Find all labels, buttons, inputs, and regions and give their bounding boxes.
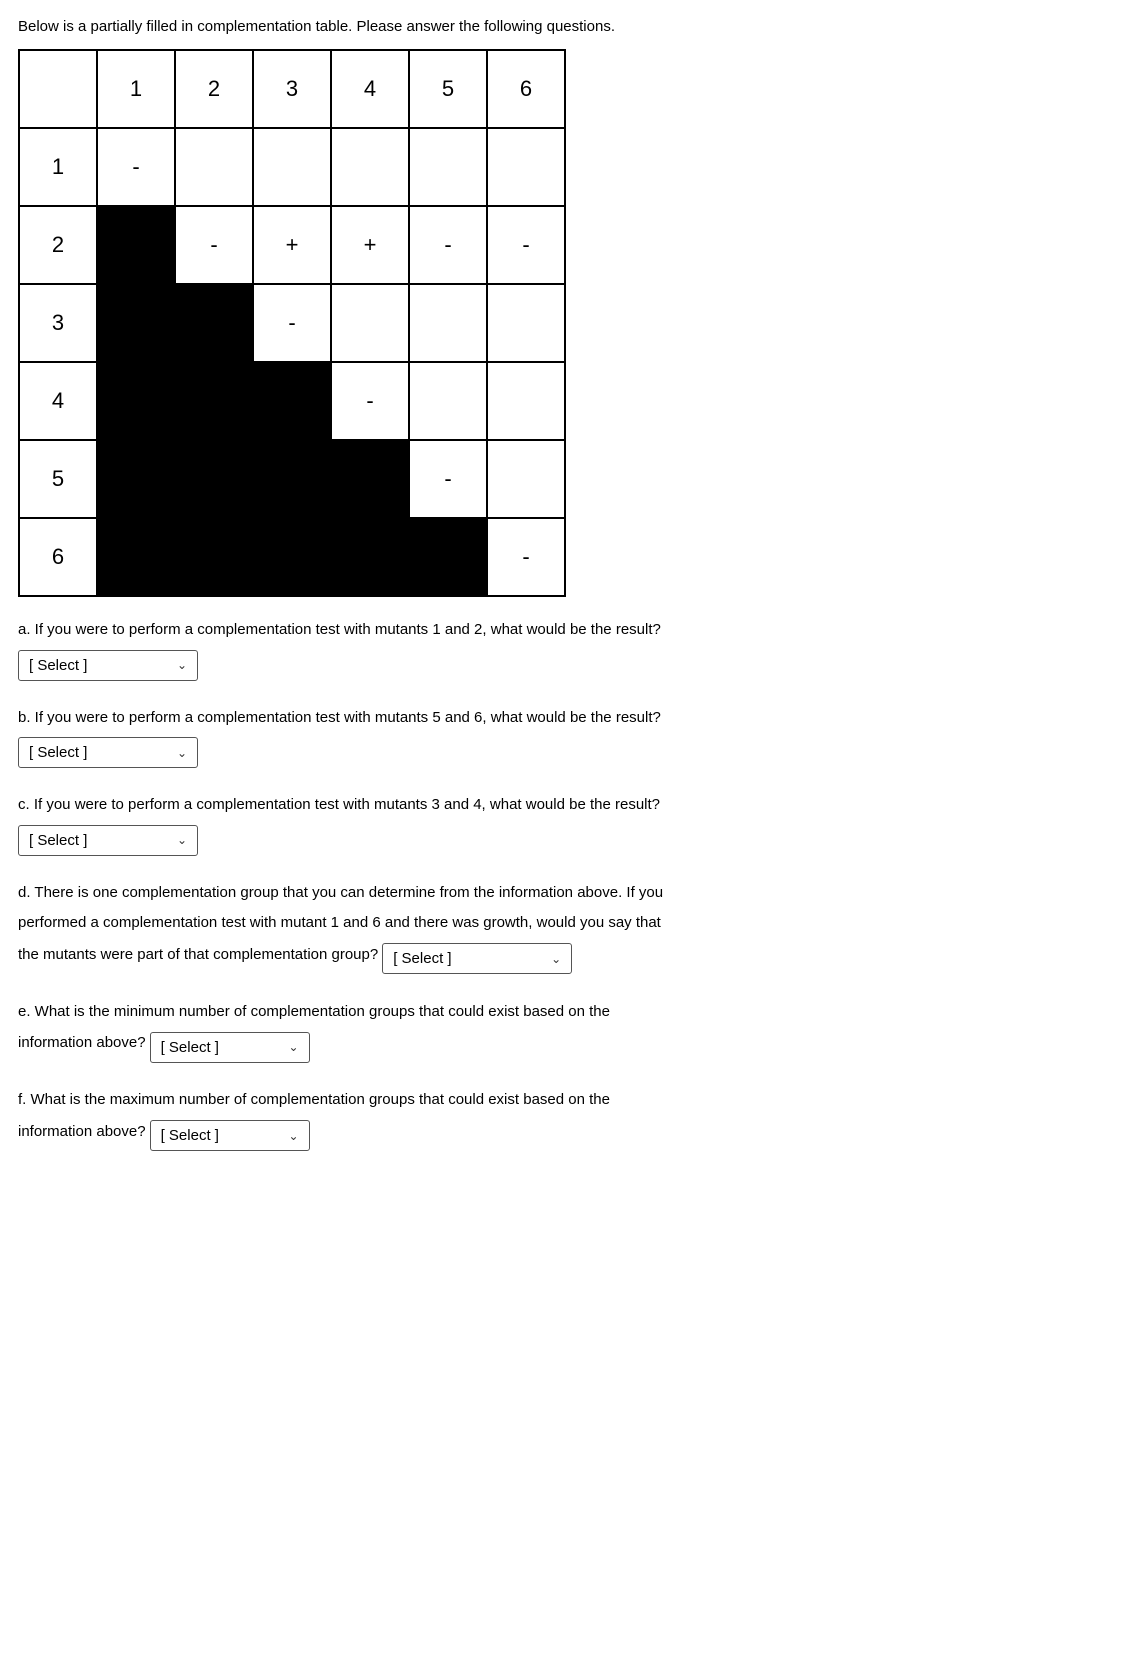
complementation-table: 1 2 3 4 5 6 1 - 2 - + + - - 3 - 4 [18, 49, 566, 597]
cell-1-3 [253, 128, 331, 206]
cell-4-5 [409, 362, 487, 440]
row-header-3: 3 [19, 284, 97, 362]
cell-6-4 [331, 518, 409, 596]
col-header-1: 1 [97, 50, 175, 128]
question-e-select[interactable]: [ Select ] ⌄ [150, 1032, 310, 1063]
cell-2-4: + [331, 206, 409, 284]
col-header-5: 5 [409, 50, 487, 128]
cell-6-2 [175, 518, 253, 596]
intro-text: Below is a partially filled in complemen… [18, 18, 1110, 35]
cell-6-5 [409, 518, 487, 596]
chevron-down-icon: ⌄ [177, 658, 187, 672]
cell-3-4 [331, 284, 409, 362]
question-e-line1: e. What is the minimum number of complem… [18, 1001, 1110, 1024]
question-d-block: d. There is one complementation group th… [18, 882, 1110, 975]
cell-5-5: - [409, 440, 487, 518]
col-header-3: 3 [253, 50, 331, 128]
row-header-2: 2 [19, 206, 97, 284]
question-e-inline-row: information above? [ Select ] ⌄ [18, 1031, 1110, 1063]
question-b-block: b. If you were to perform a complementat… [18, 707, 1110, 769]
question-a-text: a. If you were to perform a complementat… [18, 619, 1110, 642]
question-c-select[interactable]: [ Select ] ⌄ [18, 825, 198, 856]
cell-2-3: + [253, 206, 331, 284]
question-c-block: c. If you were to perform a complementat… [18, 794, 1110, 856]
cell-3-6 [487, 284, 565, 362]
cell-5-6 [487, 440, 565, 518]
cell-4-6 [487, 362, 565, 440]
question-f-line2: information above? [18, 1120, 146, 1144]
cell-1-2 [175, 128, 253, 206]
question-b-text: b. If you were to perform a complementat… [18, 707, 1110, 730]
question-c-select-label: [ Select ] [29, 832, 169, 849]
question-f-block: f. What is the maximum number of complem… [18, 1089, 1110, 1152]
row-header-4: 4 [19, 362, 97, 440]
question-f-inline-row: information above? [ Select ] ⌄ [18, 1120, 1110, 1152]
cell-1-1: - [97, 128, 175, 206]
question-b-select-label: [ Select ] [29, 744, 169, 761]
cell-3-1 [97, 284, 175, 362]
question-a-select[interactable]: [ Select ] ⌄ [18, 650, 198, 681]
question-d-line1: d. There is one complementation group th… [18, 882, 1110, 905]
row-header-6: 6 [19, 518, 97, 596]
cell-1-6 [487, 128, 565, 206]
cell-3-3: - [253, 284, 331, 362]
question-d-line3: the mutants were part of that complement… [18, 943, 378, 967]
question-d-line2: performed a complementation test with mu… [18, 912, 1110, 935]
cell-2-1 [97, 206, 175, 284]
question-d-select[interactable]: [ Select ] ⌄ [382, 943, 572, 974]
question-a-select-label: [ Select ] [29, 657, 169, 674]
question-c-text: c. If you were to perform a complementat… [18, 794, 1110, 817]
question-a-block: a. If you were to perform a complementat… [18, 619, 1110, 681]
question-e-block: e. What is the minimum number of complem… [18, 1001, 1110, 1064]
cell-1-5 [409, 128, 487, 206]
cell-4-1 [97, 362, 175, 440]
cell-5-4 [331, 440, 409, 518]
cell-5-3 [253, 440, 331, 518]
question-e-line2: information above? [18, 1031, 146, 1055]
cell-2-5: - [409, 206, 487, 284]
cell-2-6: - [487, 206, 565, 284]
col-header-6: 6 [487, 50, 565, 128]
cell-4-2 [175, 362, 253, 440]
chevron-down-icon: ⌄ [289, 1040, 299, 1054]
cell-1-4 [331, 128, 409, 206]
question-f-select-label: [ Select ] [161, 1127, 281, 1144]
question-b-select[interactable]: [ Select ] ⌄ [18, 737, 198, 768]
cell-3-2 [175, 284, 253, 362]
question-f-select[interactable]: [ Select ] ⌄ [150, 1120, 310, 1151]
row-header-1: 1 [19, 128, 97, 206]
table-corner [19, 50, 97, 128]
chevron-down-icon: ⌄ [177, 833, 187, 847]
question-d-inline-row: the mutants were part of that complement… [18, 943, 1110, 975]
cell-6-3 [253, 518, 331, 596]
col-header-2: 2 [175, 50, 253, 128]
cell-3-5 [409, 284, 487, 362]
chevron-down-icon: ⌄ [551, 952, 561, 966]
question-f-line1: f. What is the maximum number of complem… [18, 1089, 1110, 1112]
cell-4-3 [253, 362, 331, 440]
cell-6-1 [97, 518, 175, 596]
question-d-select-label: [ Select ] [393, 950, 543, 967]
cell-6-6: - [487, 518, 565, 596]
chevron-down-icon: ⌄ [289, 1129, 299, 1143]
question-e-select-label: [ Select ] [161, 1039, 281, 1056]
cell-5-2 [175, 440, 253, 518]
col-header-4: 4 [331, 50, 409, 128]
cell-2-2: - [175, 206, 253, 284]
cell-4-4: - [331, 362, 409, 440]
row-header-5: 5 [19, 440, 97, 518]
chevron-down-icon: ⌄ [177, 746, 187, 760]
cell-5-1 [97, 440, 175, 518]
